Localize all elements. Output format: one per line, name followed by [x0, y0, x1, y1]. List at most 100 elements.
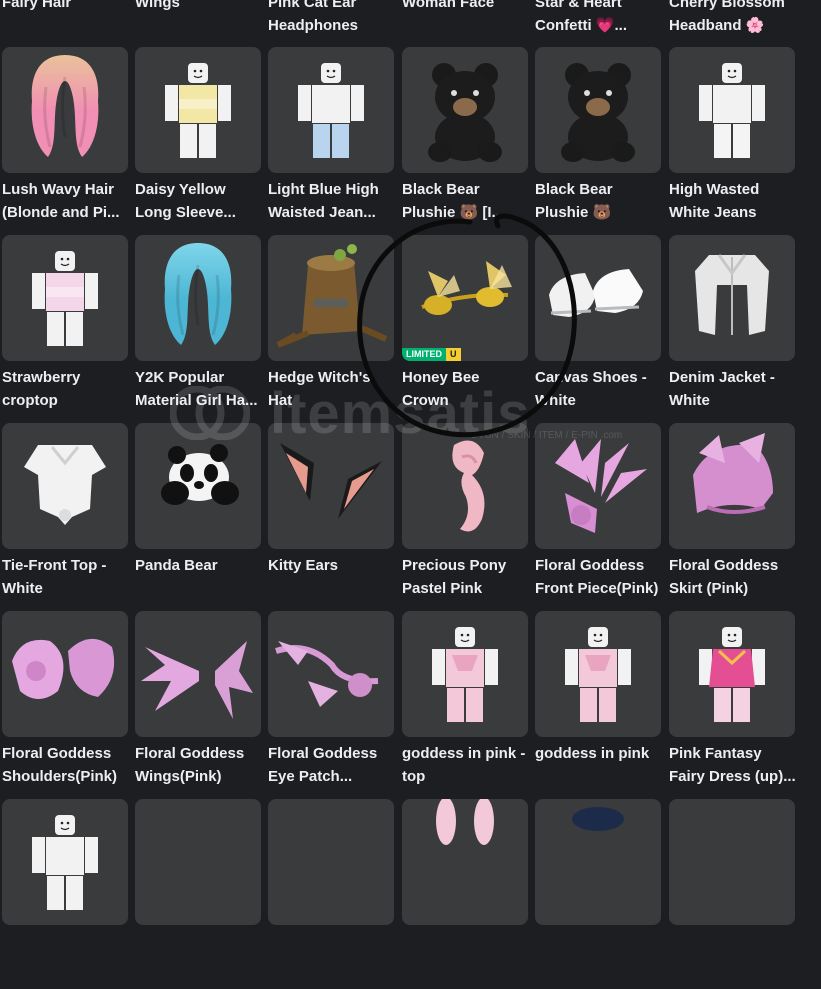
item-thumbnail[interactable]	[268, 235, 394, 361]
item-name[interactable]: Honey Bee Crown	[402, 366, 530, 412]
catalog-item[interactable]: Wings	[135, 0, 261, 50]
item-name[interactable]: Floral Goddess Front Piece(Pink)	[535, 554, 663, 600]
item-thumbnail[interactable]	[135, 235, 261, 361]
catalog-item[interactable]: goddess in pink	[535, 611, 661, 801]
catalog-item[interactable]: Black Bear Plushie 🐻	[535, 47, 661, 237]
item-name[interactable]: Kitty Ears	[268, 554, 396, 577]
item-name[interactable]: Woman Face	[402, 0, 530, 14]
scrollbar[interactable]	[801, 0, 821, 823]
catalog-item[interactable]: Floral Goddess Skirt (Pink)	[669, 423, 795, 613]
catalog-item[interactable]: Strawberry croptop	[2, 235, 128, 425]
item-thumbnail[interactable]	[669, 47, 795, 173]
item-name[interactable]: Star & Heart Confetti 💗...	[535, 0, 663, 37]
item-thumbnail[interactable]	[669, 799, 795, 925]
item-name[interactable]: Fairy Hair	[2, 0, 130, 14]
item-thumbnail[interactable]	[669, 235, 795, 361]
item-thumbnail[interactable]	[2, 423, 128, 549]
item-name[interactable]: goddess in pink	[535, 742, 663, 765]
item-thumbnail[interactable]	[2, 611, 128, 737]
catalog-item[interactable]: Precious Pony Pastel Pink	[402, 423, 528, 613]
item-thumbnail[interactable]	[669, 423, 795, 549]
item-name[interactable]: High Wasted White Jeans	[669, 178, 797, 224]
item-name[interactable]: Floral Goddess Wings(Pink)	[135, 742, 263, 788]
catalog-item[interactable]: goddess in pink - top	[402, 611, 528, 801]
catalog-item[interactable]	[2, 799, 128, 989]
item-name[interactable]: Floral Goddess Skirt (Pink)	[669, 554, 797, 600]
item-thumbnail[interactable]	[268, 799, 394, 925]
avatar-jeans-icon	[699, 63, 765, 158]
item-thumbnail[interactable]	[669, 611, 795, 737]
catalog-item[interactable]: Pink Fantasy Fairy Dress (up)...	[669, 611, 797, 801]
catalog-item[interactable]: Kitty Ears	[268, 423, 394, 613]
item-name[interactable]: Pink Cat Ear Headphones	[268, 0, 396, 37]
catalog-item[interactable]: Star & Heart Confetti 💗...	[535, 0, 661, 50]
bear-plushie-icon	[561, 63, 635, 162]
item-thumbnail[interactable]	[135, 423, 261, 549]
item-thumbnail[interactable]	[535, 235, 661, 361]
catalog-item[interactable]: Daisy Yellow Long Sleeve...	[135, 47, 261, 237]
item-name[interactable]: Floral Goddess Shoulders(Pink)	[2, 742, 130, 788]
item-name[interactable]: Hedge Witch's Hat	[268, 366, 396, 412]
item-thumbnail[interactable]	[535, 611, 661, 737]
catalog-item[interactable]	[268, 799, 394, 989]
item-thumbnail[interactable]	[535, 799, 661, 925]
catalog-item[interactable]	[135, 799, 261, 989]
item-thumbnail[interactable]	[135, 799, 261, 925]
catalog-item[interactable]: Woman Face	[402, 0, 528, 50]
item-name[interactable]: Black Bear Plushie 🐻 [I...	[402, 178, 530, 224]
catalog-item[interactable]	[669, 799, 795, 989]
item-name[interactable]: Light Blue High Waisted Jean...	[268, 178, 396, 224]
item-thumbnail[interactable]	[2, 799, 128, 925]
floral-shoulders-icon	[12, 638, 115, 699]
catalog-item[interactable]: Denim Jacket - White	[669, 235, 795, 425]
item-thumbnail[interactable]	[268, 423, 394, 549]
item-name[interactable]: Precious Pony Pastel Pink	[402, 554, 530, 600]
item-name[interactable]: Panda Bear	[135, 554, 263, 577]
item-thumbnail[interactable]	[402, 423, 528, 549]
item-thumbnail[interactable]	[402, 799, 528, 925]
item-name[interactable]: Wings	[135, 0, 263, 14]
catalog-item[interactable]: Hedge Witch's Hat	[268, 235, 394, 425]
catalog-item[interactable]: Panda Bear	[135, 423, 261, 613]
item-name[interactable]: Canvas Shoes - White	[535, 366, 663, 412]
item-thumbnail[interactable]	[268, 611, 394, 737]
item-name[interactable]: Cherry Blossom Headband 🌸	[669, 0, 797, 37]
catalog-item[interactable]: High Wasted White Jeans	[669, 47, 795, 237]
item-thumbnail[interactable]	[2, 47, 128, 173]
catalog-item[interactable]: Floral Goddess Shoulders(Pink)	[2, 611, 128, 801]
item-thumbnail[interactable]	[268, 47, 394, 173]
catalog-item[interactable]: Black Bear Plushie 🐻 [I...	[402, 47, 528, 237]
catalog-item[interactable]: Lush Wavy Hair (Blonde and Pi...	[2, 47, 128, 237]
item-name[interactable]: goddess in pink - top	[402, 742, 530, 788]
item-name[interactable]: Tie-Front Top - White	[2, 554, 130, 600]
item-thumbnail[interactable]	[535, 47, 661, 173]
item-thumbnail[interactable]	[135, 611, 261, 737]
catalog-item[interactable]: Y2K Popular Material Girl Ha...	[135, 235, 261, 425]
catalog-item[interactable]: Floral Goddess Eye Patch...	[268, 611, 394, 801]
catalog-item[interactable]: Cherry Blossom Headband 🌸	[669, 0, 795, 50]
item-name[interactable]: Denim Jacket - White	[669, 366, 797, 412]
item-name[interactable]: Floral Goddess Eye Patch...	[268, 742, 396, 788]
catalog-item[interactable]: Floral Goddess Wings(Pink)	[135, 611, 261, 801]
catalog-item[interactable]: Canvas Shoes - White	[535, 235, 661, 425]
item-thumbnail[interactable]	[2, 235, 128, 361]
catalog-item[interactable]: Floral Goddess Front Piece(Pink)	[535, 423, 661, 613]
item-name[interactable]: Y2K Popular Material Girl Ha...	[135, 366, 263, 412]
item-name[interactable]: Pink Fantasy Fairy Dress (up)...	[669, 742, 797, 788]
item-name[interactable]: Daisy Yellow Long Sleeve...	[135, 178, 263, 224]
item-thumbnail[interactable]	[402, 47, 528, 173]
item-name[interactable]: Strawberry croptop	[2, 366, 130, 412]
item-thumbnail[interactable]	[402, 611, 528, 737]
item-thumbnail[interactable]: LIMITED U	[402, 235, 528, 361]
catalog-item[interactable]: Pink Cat Ear Headphones	[268, 0, 394, 50]
catalog-item[interactable]	[402, 799, 528, 989]
catalog-item[interactable]: Tie-Front Top - White	[2, 423, 128, 613]
catalog-item[interactable]: Light Blue High Waisted Jean...	[268, 47, 394, 237]
item-thumbnail[interactable]	[135, 47, 261, 173]
catalog-item[interactable]	[535, 799, 661, 989]
item-name[interactable]: Lush Wavy Hair (Blonde and Pi...	[2, 178, 130, 224]
item-thumbnail[interactable]	[535, 423, 661, 549]
catalog-item[interactable]: LIMITED U Honey Bee Crown	[402, 235, 528, 425]
item-name[interactable]: Black Bear Plushie 🐻	[535, 178, 663, 224]
catalog-item[interactable]: Fairy Hair	[2, 0, 128, 50]
